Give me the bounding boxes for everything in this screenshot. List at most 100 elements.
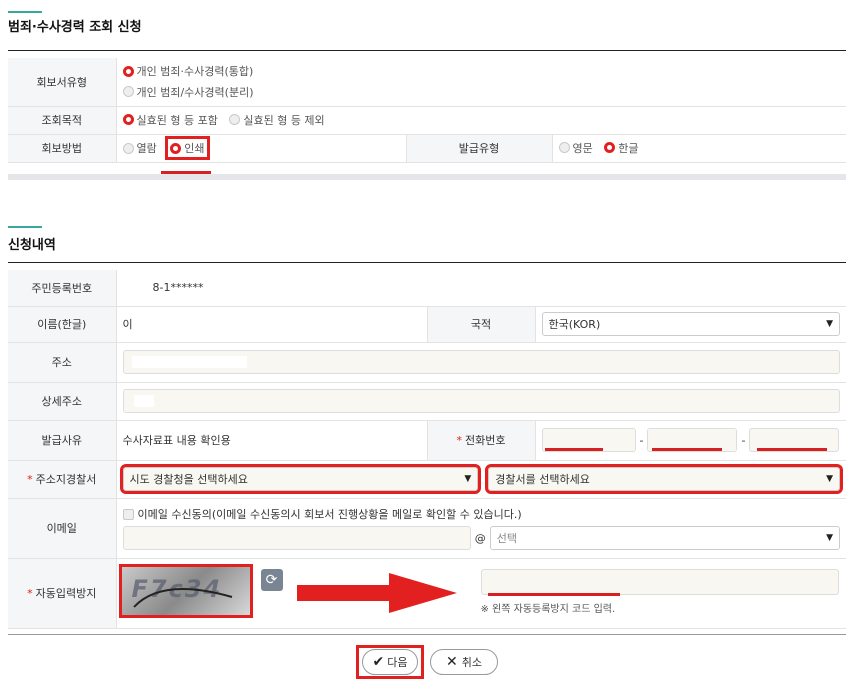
phone3-underline-annotation (757, 448, 827, 451)
police-label-cell: * 주소지경찰서 (8, 460, 117, 499)
section1-accent (8, 11, 42, 13)
radio-selected-icon (122, 114, 134, 126)
police-station-select[interactable]: 경찰서를 선택하세요 ▼ (485, 464, 843, 494)
email-domain-select[interactable]: 선택 ▼ (489, 526, 840, 550)
report-type-separate-radio[interactable]: 개인 범죄/수사경력(분리) (122, 84, 254, 100)
report-options-table: 회보서유형 개인 범죄·수사경력(통합) 개인 범죄/수사경력(분리) 조회목적… (8, 58, 846, 163)
nationality-value: 한국(KOR) (548, 318, 601, 331)
captcha-cell: F7c34 ⟳ ※ 왼쪽 자동등록방지 코드 입력. (116, 558, 846, 629)
report-type-integrated-radio[interactable]: 개인 범죄·수사경력(통합) (122, 63, 254, 79)
email-consent-text: 이메일 수신동의(이메일 수신동의시 회보서 진행상황을 메일로 확인할 수 있… (137, 508, 522, 521)
police-station-placeholder: 경찰서를 선택하세요 (495, 473, 590, 486)
method-view-radio[interactable]: 열람 (122, 140, 157, 156)
cancel-button[interactable]: ✕ 취소 (430, 649, 498, 675)
redacted-block (133, 395, 154, 407)
section2-bottom-rule (8, 634, 846, 635)
print-underline-annotation (161, 171, 211, 174)
issue-type-korean-label: 한글 (618, 141, 639, 155)
next-button-label: 다음 (387, 656, 408, 669)
required-mark: * (27, 473, 33, 486)
radio-icon (122, 142, 134, 154)
radio-selected-icon (122, 65, 134, 77)
dropdown-arrow-icon: ▼ (826, 533, 833, 543)
rrn-text: 8-1****** (152, 281, 204, 295)
arrow-annotation-icon (296, 572, 457, 613)
cancel-button-label: 취소 (461, 656, 482, 669)
close-icon: ✕ (446, 654, 458, 670)
required-mark: * (27, 587, 33, 600)
address-input[interactable] (122, 350, 840, 374)
detail-address-input[interactable] (122, 389, 840, 413)
dropdown-arrow-icon: ▼ (464, 474, 472, 484)
method-print-radio[interactable]: 인쇄 (165, 136, 210, 160)
report-type-integrated-label: 개인 범죄·수사경력(통합) (136, 65, 254, 79)
nationality-select[interactable]: 한국(KOR) ▼ (541, 312, 840, 336)
email-id-input[interactable] (122, 526, 471, 550)
method-cell: 열람 인쇄 (116, 134, 406, 163)
purpose-exclude-radio[interactable]: 실효된 형 등 제외 (229, 112, 325, 128)
section2-rule (8, 262, 846, 263)
address-label: 주소 (8, 342, 117, 383)
method-view-label: 열람 (136, 142, 157, 155)
radio-icon (558, 142, 570, 154)
dropdown-arrow-icon: ▼ (826, 474, 833, 484)
police-label: 주소지경찰서 (35, 473, 97, 486)
issue-type-label: 발급유형 (405, 134, 553, 163)
reason-value: 수사자료표 내용 확인용 (116, 420, 427, 461)
report-type-label: 회보서유형 (8, 58, 117, 107)
address-cell (116, 342, 846, 383)
next-button[interactable]: ✔ 다음 (362, 649, 418, 675)
phone-label: 전화번호 (465, 434, 506, 447)
email-label: 이메일 (8, 498, 117, 559)
captcha-hint: ※ 왼쪽 자동등록방지 코드 입력. (480, 603, 616, 615)
section1-bottom-bar (8, 174, 846, 180)
detail-address-cell (116, 382, 846, 421)
radio-icon (229, 114, 241, 126)
report-type-separate-label: 개인 범죄/수사경력(분리) (136, 85, 254, 99)
email-at-sign: @ (474, 531, 486, 545)
captcha-image: F7c34 (118, 563, 253, 618)
detail-address-label: 상세주소 (8, 382, 117, 421)
purpose-exclude-label: 실효된 형 등 제외 (243, 113, 325, 127)
phone1-underline-annotation (545, 448, 603, 451)
redacted-block (131, 356, 247, 368)
issue-type-cell: 영문 한글 (552, 134, 846, 163)
captcha-refresh-button[interactable]: ⟳ (260, 568, 283, 591)
email-domain-placeholder: 선택 (496, 532, 517, 545)
nationality-cell: 한국(KOR) ▼ (535, 306, 846, 343)
rrn-label: 주민등록번호 (8, 270, 117, 307)
required-mark: * (456, 434, 463, 447)
method-label: 회보방법 (8, 134, 117, 163)
name-value: 이 (116, 306, 427, 343)
province-police-select[interactable]: 시도 경찰청을 선택하세요 ▼ (119, 464, 482, 494)
issue-type-english-radio[interactable]: 영문 (558, 140, 593, 156)
province-police-placeholder: 시도 경찰청을 선택하세요 (129, 473, 248, 486)
name-label: 이름(한글) (8, 306, 117, 343)
purpose-label: 조회목적 (8, 106, 117, 135)
captcha-input[interactable] (480, 568, 839, 595)
method-print-label: 인쇄 (184, 142, 205, 155)
phone-separator: - (741, 433, 746, 447)
email-cell: 이메일 수신동의(이메일 수신동의시 회보서 진행상황을 메일로 확인할 수 있… (116, 498, 846, 559)
report-type-cell: 개인 범죄·수사경력(통합) 개인 범죄/수사경력(분리) (116, 58, 846, 107)
captcha-label: 자동입력방지 (35, 587, 97, 600)
phone2-underline-annotation (652, 448, 722, 451)
phone-cell: - - (535, 420, 846, 461)
section2-accent (8, 226, 42, 228)
check-icon: ✔ (372, 654, 385, 670)
issue-type-english-label: 영문 (572, 141, 593, 155)
reason-label: 발급사유 (8, 420, 117, 461)
purpose-include-radio[interactable]: 실효된 형 등 포함 (122, 112, 218, 128)
section1-rule (8, 50, 846, 51)
section1-title: 범죄·수사경력 조회 신청 (8, 20, 142, 35)
phone-separator: - (639, 433, 644, 447)
captcha-underline-annotation (488, 593, 620, 596)
radio-selected-icon (170, 142, 182, 154)
email-consent-checkbox[interactable] (122, 508, 134, 520)
police-cell: 시도 경찰청을 선택하세요 ▼ 경찰서를 선택하세요 ▼ (116, 460, 846, 499)
dropdown-arrow-icon: ▼ (826, 319, 833, 329)
nationality-label: 국적 (426, 306, 536, 343)
radio-selected-icon (604, 142, 616, 154)
section2-title: 신청내역 (8, 238, 56, 253)
issue-type-korean-radio[interactable]: 한글 (604, 140, 639, 156)
